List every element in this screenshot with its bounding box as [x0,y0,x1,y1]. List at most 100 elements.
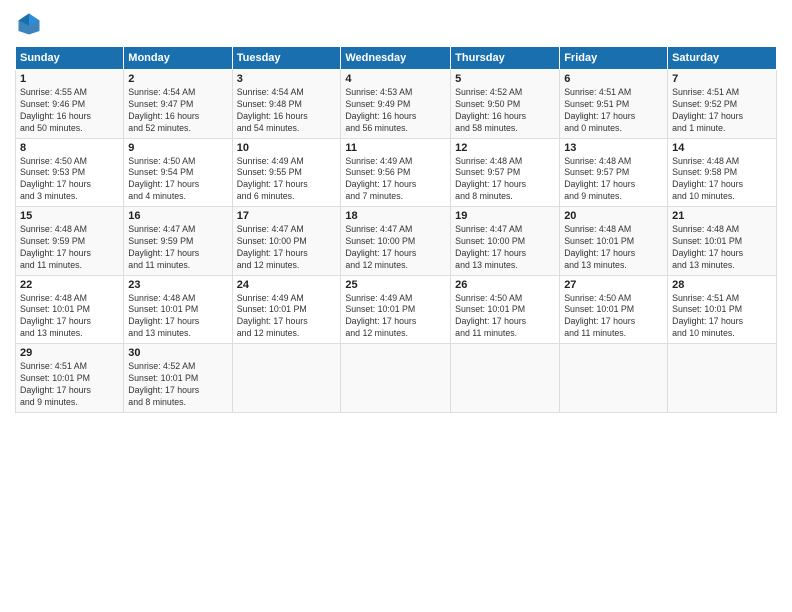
calendar-cell: 22 Sunrise: 4:48 AM Sunset: 10:01 PM Dayl… [16,275,124,344]
calendar-cell: 6 Sunrise: 4:51 AM Sunset: 9:51 PM Daylig… [560,70,668,139]
day-info: Sunrise: 4:48 AM Sunset: 9:58 PM Dayligh… [672,156,772,204]
calendar-cell: 12 Sunrise: 4:48 AM Sunset: 9:57 PM Dayli… [451,138,560,207]
calendar-cell: 26 Sunrise: 4:50 AM Sunset: 10:01 PM Dayl… [451,275,560,344]
day-info: Sunrise: 4:48 AM Sunset: 10:01 PM Daylig… [564,224,663,272]
day-info: Sunrise: 4:52 AM Sunset: 10:01 PM Daylig… [128,361,227,409]
day-number: 19 [455,210,555,222]
column-headers: SundayMondayTuesdayWednesdayThursdayFrid… [16,47,777,70]
col-header-saturday: Saturday [668,47,777,70]
calendar-cell: 19 Sunrise: 4:47 AM Sunset: 10:00 PM Dayl… [451,207,560,276]
day-info: Sunrise: 4:50 AM Sunset: 9:53 PM Dayligh… [20,156,119,204]
day-number: 2 [128,73,227,85]
day-info: Sunrise: 4:49 AM Sunset: 10:01 PM Daylig… [345,293,446,341]
calendar-cell: 2 Sunrise: 4:54 AM Sunset: 9:47 PM Daylig… [124,70,232,139]
calendar-week-5: 29 Sunrise: 4:51 AM Sunset: 10:01 PM Dayl… [16,344,777,413]
day-info: Sunrise: 4:51 AM Sunset: 9:51 PM Dayligh… [564,87,663,135]
day-number: 18 [345,210,446,222]
calendar-cell: 14 Sunrise: 4:48 AM Sunset: 9:58 PM Dayli… [668,138,777,207]
day-info: Sunrise: 4:48 AM Sunset: 10:01 PM Daylig… [672,224,772,272]
calendar-week-1: 1 Sunrise: 4:55 AM Sunset: 9:46 PM Daylig… [16,70,777,139]
col-header-tuesday: Tuesday [232,47,341,70]
day-number: 20 [564,210,663,222]
day-info: Sunrise: 4:50 AM Sunset: 10:01 PM Daylig… [564,293,663,341]
calendar-cell: 15Sunrise: 4:48 AM Sunset: 9:59 PM Dayli… [16,207,124,276]
day-number: 22 [20,279,119,291]
day-number: 10 [237,142,337,154]
calendar-cell: 23 Sunrise: 4:48 AM Sunset: 10:01 PM Dayl… [124,275,232,344]
calendar-cell: 18 Sunrise: 4:47 AM Sunset: 10:00 PM Dayl… [341,207,451,276]
day-info: Sunrise: 4:48 AM Sunset: 9:57 PM Dayligh… [564,156,663,204]
calendar-cell: 21Sunrise: 4:48 AM Sunset: 10:01 PM Dayl… [668,207,777,276]
calendar-cell [560,344,668,413]
day-number: 16 [128,210,227,222]
day-number: 30 [128,347,227,359]
calendar-cell: 3 Sunrise: 4:54 AM Sunset: 9:48 PM Daylig… [232,70,341,139]
calendar-cell: 11 Sunrise: 4:49 AM Sunset: 9:56 PM Dayli… [341,138,451,207]
logo-icon [15,10,43,38]
calendar-cell: 17 Sunrise: 4:47 AM Sunset: 10:00 PM Dayl… [232,207,341,276]
calendar-cell: 28Sunrise: 4:51 AM Sunset: 10:01 PM Dayl… [668,275,777,344]
col-header-thursday: Thursday [451,47,560,70]
calendar-cell: 4 Sunrise: 4:53 AM Sunset: 9:49 PM Daylig… [341,70,451,139]
day-number: 7 [672,73,772,85]
day-info: Sunrise: 4:48 AM Sunset: 9:57 PM Dayligh… [455,156,555,204]
calendar-cell: 29 Sunrise: 4:51 AM Sunset: 10:01 PM Dayl… [16,344,124,413]
calendar-cell [668,344,777,413]
calendar-cell: 8 Sunrise: 4:50 AM Sunset: 9:53 PM Daylig… [16,138,124,207]
col-header-monday: Monday [124,47,232,70]
day-info: Sunrise: 4:49 AM Sunset: 9:56 PM Dayligh… [345,156,446,204]
day-number: 24 [237,279,337,291]
day-info: Sunrise: 4:51 AM Sunset: 10:01 PM Daylig… [20,361,119,409]
calendar-cell: 27Sunrise: 4:50 AM Sunset: 10:01 PM Dayl… [560,275,668,344]
day-info: Sunrise: 4:48 AM Sunset: 10:01 PM Daylig… [128,293,227,341]
day-number: 11 [345,142,446,154]
calendar-cell: 13 Sunrise: 4:48 AM Sunset: 9:57 PM Dayli… [560,138,668,207]
day-number: 14 [672,142,772,154]
day-number: 8 [20,142,119,154]
day-number: 9 [128,142,227,154]
logo [15,10,47,38]
day-info: Sunrise: 4:49 AM Sunset: 9:55 PM Dayligh… [237,156,337,204]
calendar-cell: 7Sunrise: 4:51 AM Sunset: 9:52 PM Daylig… [668,70,777,139]
day-number: 4 [345,73,446,85]
day-info: Sunrise: 4:48 AM Sunset: 10:01 PM Daylig… [20,293,119,341]
calendar-cell: 1 Sunrise: 4:55 AM Sunset: 9:46 PM Daylig… [16,70,124,139]
day-info: Sunrise: 4:50 AM Sunset: 10:01 PM Daylig… [455,293,555,341]
day-info: Sunrise: 4:49 AM Sunset: 10:01 PM Daylig… [237,293,337,341]
calendar-cell [341,344,451,413]
calendar-cell: 16Sunrise: 4:47 AM Sunset: 9:59 PM Dayli… [124,207,232,276]
col-header-wednesday: Wednesday [341,47,451,70]
day-number: 17 [237,210,337,222]
calendar-cell: 10 Sunrise: 4:49 AM Sunset: 9:55 PM Dayli… [232,138,341,207]
day-info: Sunrise: 4:55 AM Sunset: 9:46 PM Dayligh… [20,87,119,135]
page-header [15,10,777,38]
day-info: Sunrise: 4:54 AM Sunset: 9:47 PM Dayligh… [128,87,227,135]
day-info: Sunrise: 4:47 AM Sunset: 10:00 PM Daylig… [345,224,446,272]
col-header-friday: Friday [560,47,668,70]
day-info: Sunrise: 4:47 AM Sunset: 10:00 PM Daylig… [237,224,337,272]
day-number: 23 [128,279,227,291]
day-number: 29 [20,347,119,359]
col-header-sunday: Sunday [16,47,124,70]
day-info: Sunrise: 4:54 AM Sunset: 9:48 PM Dayligh… [237,87,337,135]
calendar-cell: 5Sunrise: 4:52 AM Sunset: 9:50 PM Daylig… [451,70,560,139]
day-info: Sunrise: 4:51 AM Sunset: 10:01 PM Daylig… [672,293,772,341]
calendar-body: 1 Sunrise: 4:55 AM Sunset: 9:46 PM Daylig… [16,70,777,413]
calendar-cell: 20 Sunrise: 4:48 AM Sunset: 10:01 PM Dayl… [560,207,668,276]
day-info: Sunrise: 4:52 AM Sunset: 9:50 PM Dayligh… [455,87,555,135]
calendar-table: SundayMondayTuesdayWednesdayThursdayFrid… [15,46,777,413]
day-number: 26 [455,279,555,291]
day-number: 3 [237,73,337,85]
day-number: 12 [455,142,555,154]
day-info: Sunrise: 4:48 AM Sunset: 9:59 PM Dayligh… [20,224,119,272]
calendar-week-4: 22 Sunrise: 4:48 AM Sunset: 10:01 PM Dayl… [16,275,777,344]
day-info: Sunrise: 4:53 AM Sunset: 9:49 PM Dayligh… [345,87,446,135]
day-number: 1 [20,73,119,85]
calendar-week-2: 8 Sunrise: 4:50 AM Sunset: 9:53 PM Daylig… [16,138,777,207]
calendar-cell: 25 Sunrise: 4:49 AM Sunset: 10:01 PM Dayl… [341,275,451,344]
day-number: 25 [345,279,446,291]
day-number: 6 [564,73,663,85]
day-info: Sunrise: 4:47 AM Sunset: 10:00 PM Daylig… [455,224,555,272]
calendar-cell: 30 Sunrise: 4:52 AM Sunset: 10:01 PM Dayl… [124,344,232,413]
day-number: 13 [564,142,663,154]
